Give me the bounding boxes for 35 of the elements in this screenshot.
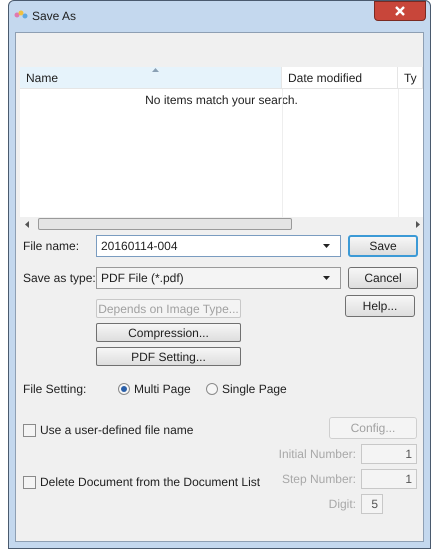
scroll-right-icon[interactable]: [416, 220, 420, 228]
close-icon: [394, 6, 406, 16]
dropdown-arrow-icon[interactable]: [323, 276, 330, 280]
field-label: Save as type:: [23, 270, 96, 287]
scroll-left-icon[interactable]: [25, 220, 29, 228]
empty-message: No items match your search.: [145, 92, 298, 109]
app-icon: [14, 10, 28, 20]
field-label: File name:: [23, 238, 80, 255]
checkbox-label: Delete Document from the Document List: [40, 474, 260, 491]
file-type-dropdown[interactable]: PDF File (*.pdf): [96, 267, 341, 289]
setting-label: File Setting:: [23, 381, 88, 398]
radio-label: Single Page: [222, 381, 287, 398]
number-label: Initial Number:: [278, 446, 356, 463]
checkbox-label: Use a user-defined file name: [40, 422, 194, 439]
radio-button[interactable]: [206, 383, 218, 395]
checkbox[interactable]: [23, 476, 36, 488]
dialog-button[interactable]: Cancel: [348, 267, 418, 289]
dialog-button[interactable]: Save: [348, 235, 418, 257]
window-title: Save As: [32, 8, 76, 25]
dropdown-arrow-icon[interactable]: [323, 244, 330, 248]
column-header[interactable]: Ty: [398, 67, 423, 89]
column-header[interactable]: Date modified: [282, 67, 398, 89]
dialog-button[interactable]: Help...: [345, 295, 415, 317]
option-button[interactable]: Compression...: [96, 323, 241, 342]
close-button[interactable]: [374, 1, 426, 21]
number-label: Digit:: [328, 496, 356, 513]
option-button[interactable]: PDF Setting...: [96, 347, 241, 366]
sort-arrow-icon: [152, 68, 159, 72]
radio-button[interactable]: [118, 383, 130, 395]
checkbox[interactable]: [23, 424, 36, 436]
number-label: Step Number:: [282, 471, 356, 488]
radio-label: Multi Page: [134, 381, 191, 398]
column-header[interactable]: Name: [20, 67, 282, 89]
file-name-combobox[interactable]: 20160114-004: [96, 235, 341, 257]
scrollbar-thumb[interactable]: [38, 218, 292, 230]
